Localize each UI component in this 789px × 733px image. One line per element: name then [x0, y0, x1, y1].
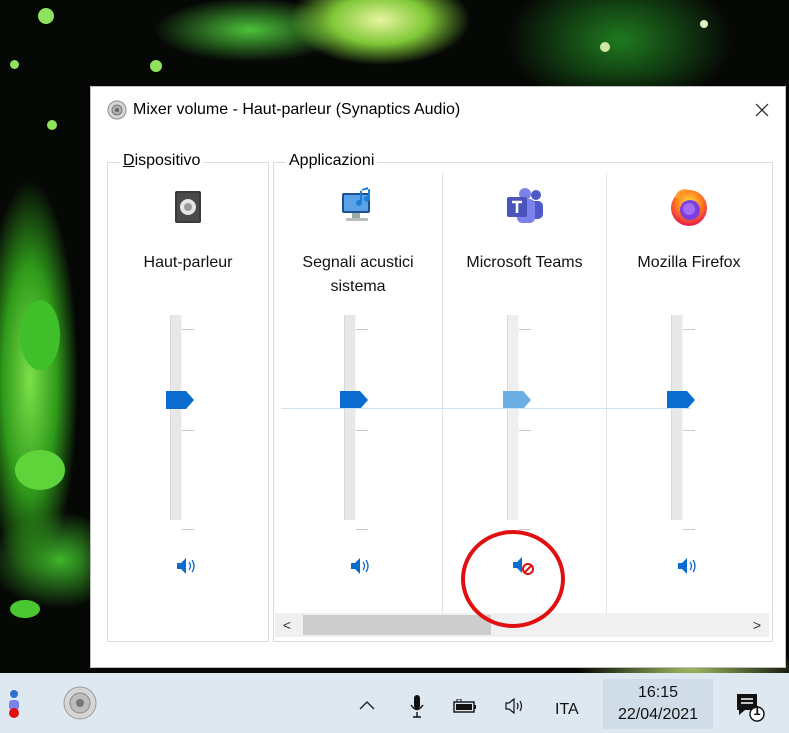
volume-icon: [678, 558, 696, 574]
battery-icon[interactable]: [450, 693, 480, 719]
app-channel-label: Microsoft Teams: [466, 254, 583, 271]
volume-slider-thumb[interactable]: [503, 391, 531, 409]
volume-icon: [351, 558, 369, 574]
volume-slider-track[interactable]: [170, 315, 182, 520]
close-icon: [755, 103, 769, 117]
scroll-right-button[interactable]: >: [745, 613, 769, 637]
annotation-circle: [461, 530, 565, 628]
volume-slider-thumb[interactable]: [667, 391, 695, 409]
app-channel-system-sounds: Segnali acustici sistema: [274, 163, 442, 618]
volume-slider-thumb[interactable]: [166, 391, 194, 409]
chevron-up-icon[interactable]: [352, 693, 382, 717]
speaker-device-icon: [166, 185, 210, 229]
taskbar: ITA 16:15 22/04/2021 1: [0, 673, 789, 733]
close-button[interactable]: [745, 93, 779, 127]
volume-slider-track[interactable]: [507, 315, 519, 520]
device-channel: Haut-parleur: [108, 163, 268, 618]
system-sounds-icon: [336, 185, 380, 229]
teams-icon: [503, 185, 547, 229]
app-channel-firefox: Mozilla Firefox: [607, 163, 771, 618]
title-bar: Mixer volume - Haut-parleur (Synaptics A…: [91, 87, 785, 133]
mute-button[interactable]: [172, 555, 200, 577]
app-channel-label: Segnali acustici sistema: [302, 254, 414, 295]
volume-icon: [177, 558, 195, 574]
app-channel-label: Mozilla Firefox: [637, 254, 741, 271]
notification-count: 1: [753, 703, 761, 718]
people-icon[interactable]: [2, 687, 26, 721]
input-language[interactable]: ITA: [555, 701, 579, 719]
volume-slider-track[interactable]: [671, 315, 683, 520]
speaker-tray-icon[interactable]: [500, 693, 530, 719]
volume-link-line: [281, 408, 691, 409]
clock-time: 16:15: [637, 684, 679, 701]
clock[interactable]: 16:15 22/04/2021: [603, 679, 713, 729]
scroll-left-button[interactable]: <: [275, 613, 299, 637]
volume-mixer-taskbar-icon[interactable]: [50, 681, 110, 725]
scrollbar-thumb[interactable]: [303, 615, 491, 635]
volume-mixer-window: Mixer volume - Haut-parleur (Synaptics A…: [90, 86, 786, 668]
notification-center-button[interactable]: 1: [730, 687, 770, 723]
device-channel-label: Haut-parleur: [143, 254, 233, 271]
microphone-icon[interactable]: [404, 691, 430, 721]
window-title: Mixer volume - Haut-parleur (Synaptics A…: [133, 101, 461, 118]
volume-slider-thumb[interactable]: [340, 391, 368, 409]
clock-date: 22/04/2021: [617, 706, 699, 723]
volume-slider-track[interactable]: [344, 315, 356, 520]
mute-button[interactable]: [346, 555, 374, 577]
firefox-icon: [667, 185, 711, 229]
speaker-icon: [107, 100, 127, 120]
device-group: Dispositivo Haut-parleur: [107, 152, 269, 642]
mute-button[interactable]: [673, 555, 701, 577]
